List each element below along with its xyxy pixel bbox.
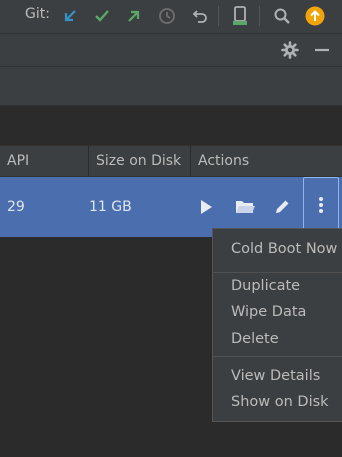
menu-item-show-on-disk[interactable]: Show on Disk <box>231 394 329 410</box>
column-header-api[interactable]: API <box>0 146 88 176</box>
push-icon[interactable] <box>123 5 145 27</box>
column-header-size[interactable]: Size on Disk <box>88 146 190 176</box>
menu-separator <box>213 272 342 273</box>
edit-icon[interactable] <box>271 196 293 218</box>
device-icon[interactable] <box>229 5 251 27</box>
gear-icon[interactable] <box>281 41 299 59</box>
menu-item-cold-boot-now[interactable]: Cold Boot Now <box>231 241 337 257</box>
more-vertical-icon <box>318 196 324 218</box>
column-header-actions: Actions <box>190 146 342 176</box>
menu-item-duplicate[interactable]: Duplicate <box>231 278 300 294</box>
toolbar-separator <box>259 6 260 26</box>
menu-item-view-details[interactable]: View Details <box>231 368 320 384</box>
api-cell: 29 <box>7 199 25 215</box>
folder-icon[interactable] <box>234 196 256 218</box>
menu-item-wipe-data[interactable]: Wipe Data <box>231 304 306 320</box>
menu-separator <box>213 356 342 357</box>
table-header: API Size on Disk Actions <box>0 145 342 177</box>
size-cell: 11 GB <box>89 199 132 215</box>
commit-icon[interactable] <box>91 5 113 27</box>
panel-header <box>0 34 342 67</box>
panel-toolbar-strip <box>0 67 342 106</box>
vcs-toolbar: Git: <box>0 0 342 34</box>
search-icon[interactable] <box>271 5 293 27</box>
history-icon[interactable] <box>156 5 178 27</box>
update-project-icon[interactable] <box>59 5 81 27</box>
toolbar-separator <box>218 6 219 26</box>
rollback-icon[interactable] <box>189 5 211 27</box>
git-label: Git: <box>25 6 50 22</box>
actions-popup-menu: Cold Boot Now Duplicate Wipe Data Delete… <box>212 228 342 422</box>
minimize-icon[interactable] <box>313 41 331 59</box>
launch-icon[interactable] <box>195 196 217 218</box>
menu-item-delete[interactable]: Delete <box>231 331 279 347</box>
update-available-icon[interactable] <box>304 5 326 27</box>
